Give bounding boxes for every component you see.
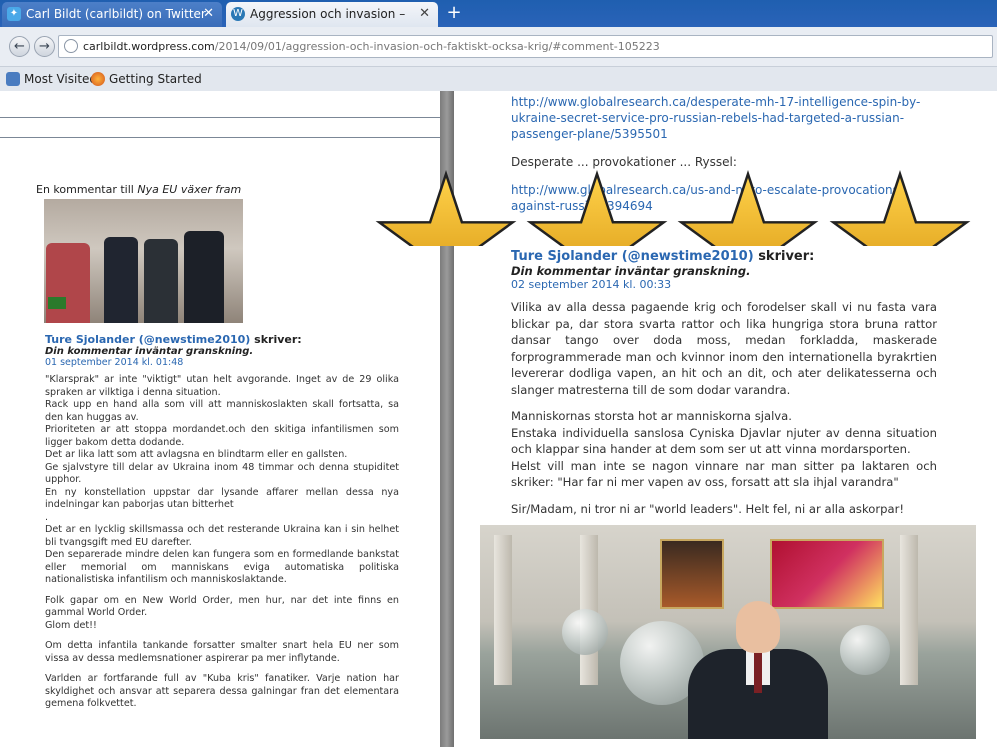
divider-line <box>0 117 440 118</box>
comment-author[interactable]: Ture Sjolander (@newstime2010) skriver: <box>511 249 814 264</box>
bookmark-most-visited[interactable]: Most Visited <box>4 67 97 91</box>
channel-logo <box>48 297 66 309</box>
comment-date[interactable]: 02 september 2014 kl. 00:33 <box>511 278 671 291</box>
says-label: skriver: <box>250 333 302 346</box>
tab-twitter[interactable]: ✦ Carl Bildt (carlbildt) on Twitter ✕ <box>2 2 222 27</box>
twitter-icon: ✦ <box>7 7 21 21</box>
abstract-panel <box>770 539 884 609</box>
moderation-notice: Din kommentar inväntar granskning. <box>45 346 254 357</box>
comment-paragraph: Folk gapar om en New World Order, men hu… <box>45 594 399 631</box>
comment-paragraph: Om detta infantila tankande forsatter sm… <box>45 640 399 664</box>
speaker-figure <box>688 601 828 739</box>
glass-orb <box>840 625 890 675</box>
comment-paragraph: Sir/Madam, ni tror ni ar "world leaders"… <box>511 501 904 516</box>
bookmark-folder-icon <box>6 72 20 86</box>
comment-paragraph: Vilika av alla dessa pagaende krig och f… <box>511 300 937 397</box>
firefox-icon <box>91 72 105 86</box>
comment-paragraph: "Klarsprak" ar inte "viktigt" utan helt … <box>45 374 399 585</box>
says-label: skriver: <box>753 249 815 264</box>
bookmarks-bar: Most Visited Getting Started <box>0 67 997 91</box>
bookmark-label: Getting Started <box>109 72 202 86</box>
comment-paragraph: Manniskornas storsta hot ar manniskorna … <box>511 409 937 489</box>
tab-label: Carl Bildt (carlbildt) on Twitter <box>26 7 206 21</box>
moderation-notice: Din kommentar inväntar granskning. <box>511 264 751 278</box>
author-name[interactable]: Ture Sjolander (@newstime2010) <box>511 249 754 264</box>
navigation-bar: ← → carlbildt.wordpress.com/2014/09/01/a… <box>0 27 997 67</box>
split-divider <box>440 91 454 747</box>
close-tab-icon[interactable]: ✕ <box>419 2 430 26</box>
divider-line <box>0 137 440 138</box>
comment-paragraph: Varlden ar fortfarande full av "Kuba kri… <box>45 673 399 709</box>
video-thumbnail[interactable] <box>44 199 243 323</box>
caption-prefix: En kommentar till <box>36 183 138 196</box>
comment-on-caption: En kommentar till Nya EU växer fram <box>36 183 241 196</box>
url-domain: carlbildt.wordpress.com <box>83 40 215 53</box>
comment-body: "Klarsprak" ar inte "viktigt" utan helt … <box>45 374 399 719</box>
comment-text-fragment: Desperate ... provokationer ... Ryssel: <box>511 155 737 169</box>
tab-bar: ✦ Carl Bildt (carlbildt) on Twitter ✕ W … <box>0 0 997 45</box>
comment-link[interactable]: http://www.globalresearch.ca/desperate-m… <box>511 94 941 142</box>
back-button[interactable]: ← <box>9 36 30 57</box>
caption-post-title[interactable]: Nya EU växer fram <box>137 183 241 196</box>
close-tab-icon[interactable]: ✕ <box>203 2 214 26</box>
url-path: /2014/09/01/aggression-och-invasion-och-… <box>214 40 660 53</box>
forward-button[interactable]: → <box>34 36 55 57</box>
new-tab-button[interactable]: + <box>444 2 464 24</box>
bookmark-getting-started[interactable]: Getting Started <box>89 67 202 91</box>
portrait-panel <box>660 539 724 609</box>
page-content: En kommentar till Nya EU växer fram Ture… <box>0 91 997 747</box>
bookmark-label: Most Visited <box>24 72 98 86</box>
author-name[interactable]: Ture Sjolander (@newstime2010) <box>45 333 250 346</box>
tab-wordpress[interactable]: W Aggression och invasion – och... ✕ <box>226 2 438 45</box>
wordpress-icon: W <box>231 7 245 21</box>
address-bar[interactable]: carlbildt.wordpress.com/2014/09/01/aggre… <box>58 35 993 58</box>
collage-image <box>480 525 976 739</box>
glass-orb <box>562 609 608 655</box>
comment-date[interactable]: 01 september 2014 kl. 01:48 <box>45 357 183 368</box>
comment-body: Vilika av alla dessa pagaende krig och f… <box>511 299 937 527</box>
comment-author[interactable]: Ture Sjolander (@newstime2010) skriver: <box>45 333 302 346</box>
globe-icon <box>64 39 78 53</box>
comment-link[interactable]: http://www.globalresearch.ca/us-and-nato… <box>511 182 941 214</box>
